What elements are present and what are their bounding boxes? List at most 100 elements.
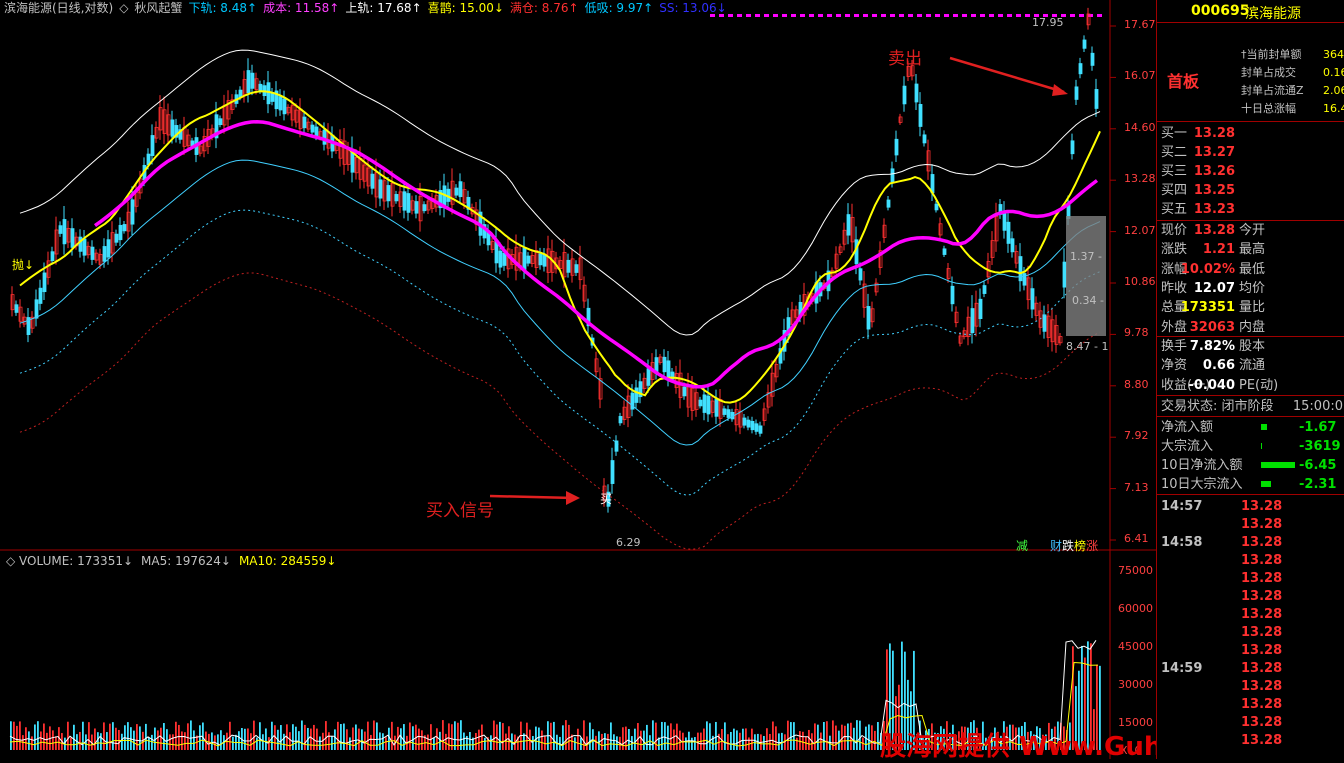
tag-zhang: 涨: [1086, 539, 1099, 553]
volume-bar: [70, 737, 72, 750]
volume-bar: [853, 727, 855, 750]
signal-dot: [998, 14, 1003, 17]
signal-dot: [782, 14, 787, 17]
candle-body: [422, 204, 427, 212]
bid-row[interactable]: 买三 13.26: [1157, 162, 1344, 181]
volume-bar: [604, 733, 606, 750]
signal-dot: [809, 14, 814, 17]
volume-bar: [346, 729, 348, 750]
volume-bar: [778, 733, 780, 750]
volume-bar: [661, 721, 663, 750]
chart-canvas[interactable]: [0, 0, 1156, 759]
signal-dot: [962, 14, 967, 17]
candle-body: [322, 129, 327, 145]
tick-row: 13.28: [1157, 714, 1344, 732]
volume-bar: [259, 722, 261, 750]
volume-bar: [427, 734, 429, 750]
header-item-7: 满仓: 8.76↑: [509, 1, 579, 15]
signal-dot: [971, 14, 976, 17]
candle-body: [978, 298, 983, 319]
volume-bar: [763, 735, 765, 750]
volume-bar: [502, 723, 504, 750]
candle-body: [386, 185, 391, 202]
candle-body: [218, 118, 223, 126]
flow-value: -6.45: [1299, 458, 1337, 473]
volume-bar: [766, 728, 768, 750]
bid-row[interactable]: 买四 13.25: [1157, 181, 1344, 200]
bid-row[interactable]: 买一 13.28: [1157, 124, 1344, 143]
flow-row: 10日大宗流入 -2.31: [1157, 475, 1344, 494]
quote-value: 1.21: [1202, 242, 1235, 258]
bid-label: 买二: [1161, 145, 1188, 160]
volume-bar: [52, 730, 54, 750]
candle-body: [698, 399, 703, 407]
volume-bar: [478, 729, 480, 750]
volume-bar: [706, 721, 708, 750]
seal-key: 十日总涨幅: [1241, 102, 1296, 115]
candle-body: [726, 409, 731, 418]
price-tick: 7.13: [1124, 480, 1149, 494]
signal-dot: [881, 14, 886, 17]
candle-body: [1042, 314, 1047, 332]
candle-body: [378, 179, 383, 199]
candle-body: [1082, 39, 1087, 49]
volume-bar: [826, 721, 828, 750]
tick-time: 14:59: [1161, 661, 1203, 676]
header-item-2: 秋风起蟹: [134, 1, 183, 15]
volume-bar: [868, 724, 870, 750]
volume-bar: [634, 728, 636, 750]
candle-body: [942, 248, 947, 255]
quote-row: 现价 13.28 今开: [1157, 221, 1344, 240]
volume-bar: [463, 732, 465, 750]
tick-price: 13.28: [1241, 499, 1283, 514]
seal-key: 封单占成交: [1241, 66, 1296, 79]
candle-body: [394, 194, 399, 202]
bid-row[interactable]: 买二 13.27: [1157, 143, 1344, 162]
kline-chart-area[interactable]: 滨海能源(日线,对数) ◇ 秋风起蟹 下轨: 8.48↑ 成本: 11.58↑ 上轨: 1…: [0, 0, 1313, 762]
volume-bar: [412, 726, 414, 750]
signal-dot: [1070, 14, 1075, 17]
candle-body: [618, 416, 623, 424]
tick-price: 13.28: [1241, 607, 1283, 622]
candle-body: [522, 247, 527, 270]
candle-body: [246, 70, 251, 94]
quote-value: -0.040: [1188, 377, 1235, 393]
quote-row: 收益(一) -0.040 PE(动): [1157, 376, 1344, 395]
tick-price: 13.28: [1241, 571, 1283, 586]
trade-status: 交易状态: 闭市阶段 15:00:0: [1161, 399, 1343, 414]
volume-bar: [607, 733, 609, 750]
volume-bar: [451, 724, 453, 750]
volume-bar: [673, 729, 675, 750]
volume-bar: [166, 729, 168, 750]
candle-body: [922, 134, 927, 144]
volume-bar: [343, 723, 345, 750]
bid-row[interactable]: 买五 13.23: [1157, 200, 1344, 219]
volume-bar: [283, 733, 285, 750]
candle-body: [14, 304, 19, 313]
bid-price: 13.26: [1193, 164, 1235, 179]
quote-row: 涨幅 10.02% 最低: [1157, 260, 1344, 279]
candle-body: [122, 224, 127, 232]
bid-label: 买五: [1161, 202, 1188, 217]
volume-bar: [691, 737, 693, 750]
volume-bar: [439, 731, 441, 750]
volume-bar: [385, 737, 387, 750]
volume-bar: [37, 721, 39, 750]
volume-bar: [178, 724, 180, 750]
quote-row: 昨收 12.07 均价: [1157, 279, 1344, 298]
quote-value: 10.02%: [1180, 261, 1235, 277]
volume-bar: [655, 722, 657, 750]
volume-bar: [325, 721, 327, 750]
seal-value: 2.06%: [1323, 84, 1344, 97]
volume-tick: 60000: [1118, 602, 1153, 615]
candle-body: [1062, 261, 1067, 288]
seal-value: 16.48: [1323, 102, 1344, 115]
volume-bar: [601, 733, 603, 750]
volume-bar: [379, 732, 381, 750]
candle-body: [714, 398, 719, 417]
tick-row: 14:59 13.28: [1157, 660, 1344, 678]
quote-row: 换手 7.82% 股本: [1157, 337, 1344, 356]
candle-body: [646, 368, 651, 386]
volume-bar: [43, 723, 45, 750]
quote-value: 13.28: [1193, 223, 1235, 238]
